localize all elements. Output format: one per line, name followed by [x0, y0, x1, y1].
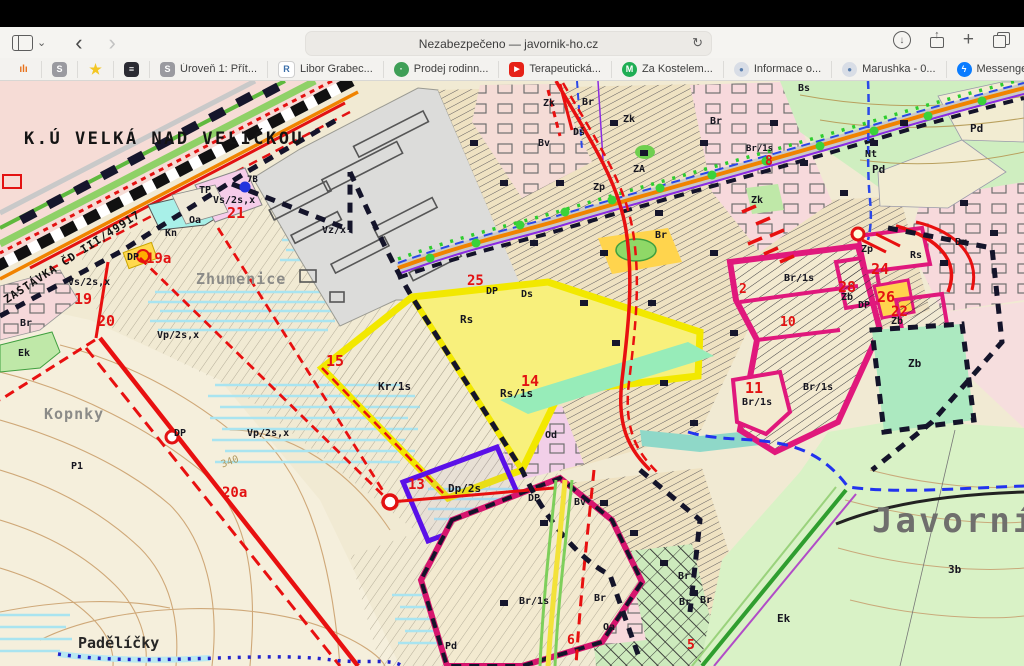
green-circle-icon: · — [394, 62, 409, 77]
bookmark-label: Informace o... — [754, 63, 821, 75]
browser-window: ⌄ ‹ › Nezabezpečeno — javornik-ho.cz ↻ ↓… — [0, 0, 1024, 666]
bookmark-label: Terapeutická... — [529, 63, 601, 75]
bookmark-item-8[interactable]: M Za Kostelem... — [612, 61, 724, 78]
back-button[interactable]: ‹ — [64, 33, 93, 53]
bookmark-label: Libor Grabec... — [300, 63, 373, 75]
bookmark-item-4[interactable]: S Úroveň 1: Přít... — [150, 61, 268, 78]
share-icon[interactable]: ↑ — [930, 32, 944, 48]
s-square-icon: S — [160, 62, 175, 77]
messenger-icon: ϟ — [957, 62, 972, 77]
s-square-icon: S — [52, 62, 67, 77]
bookmark-item-11[interactable]: ϟ Messenger |... — [947, 61, 1024, 78]
r-logo-icon: R — [278, 61, 295, 78]
bookmark-label: Messenger |... — [977, 63, 1024, 75]
bookmark-item-10[interactable]: ● Marushka - 0... — [832, 61, 946, 78]
bookmark-item-1[interactable]: S — [42, 61, 78, 78]
bookmark-item-9[interactable]: ● Informace o... — [724, 61, 832, 78]
bookmark-label: Prodej rodinn... — [414, 63, 489, 75]
menu-bar — [0, 0, 1024, 27]
bookmark-item-7[interactable]: ▶ Terapeutická... — [499, 61, 612, 78]
globe-icon: ● — [842, 62, 857, 77]
youtube-icon: ▶ — [509, 62, 524, 77]
address-bar[interactable]: Nezabezpečeno — javornik-ho.cz ↻ — [305, 31, 712, 56]
star-icon: ★ — [88, 62, 103, 77]
bookmark-label: Za Kostelem... — [642, 63, 713, 75]
address-text: Nezabezpečeno — javornik-ho.cz — [419, 37, 598, 51]
sidebar-icon[interactable] — [12, 35, 33, 51]
bookmark-item-3[interactable]: ≡ — [114, 61, 150, 78]
download-icon[interactable]: ↓ — [893, 31, 911, 49]
map-svg — [0, 81, 1024, 666]
bookmark-item-2[interactable]: ★ — [78, 61, 114, 78]
bookmarks-bar: ılı S ★ ≡ S Úroveň 1: Přít... R Libor Grabec...… — [0, 58, 1024, 81]
dark-logo-icon: ≡ — [124, 62, 139, 77]
bookmark-item-6[interactable]: · Prodej rodinn... — [384, 61, 500, 78]
bookmark-label: Úroveň 1: Přít... — [180, 63, 257, 75]
bookmark-item-0[interactable]: ılı — [6, 61, 42, 78]
new-tab-icon[interactable]: + — [963, 32, 974, 48]
bookmark-item-5[interactable]: R Libor Grabec... — [268, 61, 384, 78]
chevron-down-icon[interactable]: ⌄ — [37, 36, 46, 49]
map-viewport[interactable]: K.Ú VELKÁ NAD VELIČKOUZhumeniceKopnkyJav… — [0, 81, 1024, 666]
forward-button[interactable]: › — [98, 33, 127, 53]
reload-icon[interactable]: ↻ — [692, 35, 703, 51]
globe-icon: ● — [734, 62, 749, 77]
tab-overview-icon[interactable] — [993, 32, 1010, 48]
analytics-icon: ılı — [16, 62, 31, 77]
bookmark-label: Marushka - 0... — [862, 63, 935, 75]
m-circle-icon: M — [622, 62, 637, 77]
